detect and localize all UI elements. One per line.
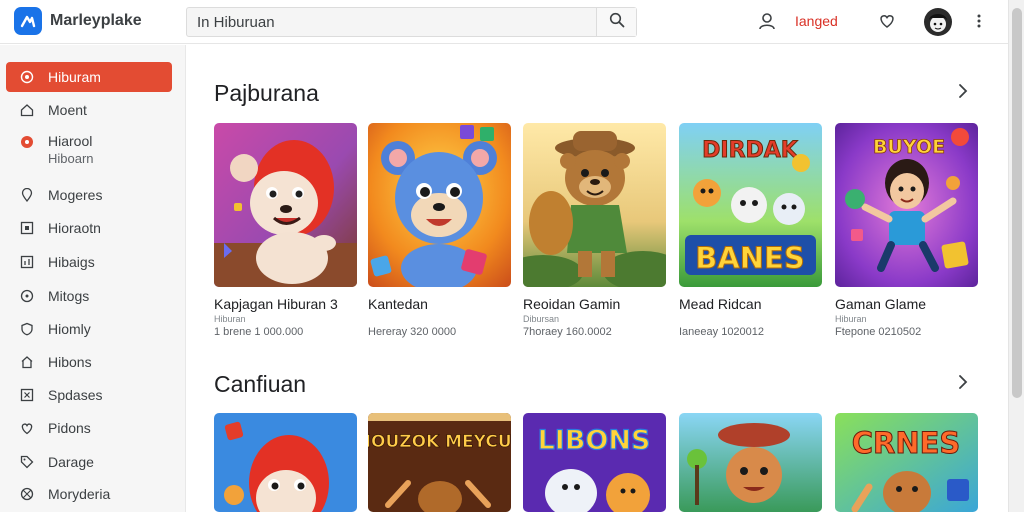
search-icon [609,12,625,33]
sidebar-item-mogeres[interactable]: Mogeres [6,180,172,210]
sidebar-item-darage[interactable]: Darage [6,447,172,477]
sidebar-item-moent[interactable]: Moent [6,95,172,125]
sidebar-item-label: Hibons [48,354,92,370]
sidebar-item-label: Spdases [48,387,103,403]
games-icon [20,70,34,84]
game-thumbnail[interactable]: MOUZOK MEYCUS [368,413,511,512]
sidebar-item-hibons[interactable]: Hibons [6,347,172,377]
search-button[interactable] [596,8,636,36]
globe-icon [20,487,34,501]
shield-icon [20,322,34,336]
circle-dots-icon [20,289,34,303]
game-card[interactable]: MOUZOK MEYCUS [368,413,512,512]
game-thumbnail[interactable]: LIBONS [523,413,666,512]
card-subtitle: Dibursan [523,314,560,324]
sidebar-item-hioraotn[interactable]: Hioraotn [6,213,172,243]
sidebar-item-mitogs[interactable]: Mitogs [6,281,172,311]
card-meta: Ianeeay 1020012 [679,326,765,338]
chevron-right-icon[interactable] [952,80,974,102]
brand-name[interactable]: Marleyplake [50,12,142,30]
sidebar-item-moryderia[interactable]: Moryderia [6,479,172,509]
chevron-right-icon[interactable] [952,371,974,393]
sidebar-item-label: Moent [48,102,87,118]
card-title[interactable]: Gaman Glame [835,296,926,312]
signin-link[interactable]: Ianged [795,13,838,29]
sidebar-item-label: Hiarool Hiboarn [48,133,94,166]
tag-icon [20,455,34,469]
sidebar-item-label: Hiburam [48,69,101,85]
sidebar: Hiburam Moent Hiarool Hiboarn Mogeres Hio… [0,45,186,512]
sidebar-item-pidons[interactable]: Pidons [6,413,172,443]
sidebar-item-label: Mitogs [48,288,90,304]
game-card[interactable]: Kapjagan Hiburan 3 Hiburan 1 brene 1 000… [214,123,358,338]
search-bar [186,7,637,37]
sidebar-item-hiomly[interactable]: Hiomly [6,314,172,344]
card-meta: 7horaey 160.0002 [523,326,612,338]
page-scrollbar[interactable] [1008,0,1024,512]
game-thumbnail[interactable]: DIRDAK BANES [679,123,822,287]
card-subtitle: Hiburan [214,314,246,324]
sidebar-item-label: Hiomly [48,321,91,337]
card-title[interactable]: Reoidan Gamin [523,296,620,312]
game-card[interactable]: CRNES [835,413,979,512]
game-thumbnail[interactable] [679,413,822,512]
house-icon [20,355,34,369]
game-card[interactable]: DIRDAK BANES Mead Ridcan Ianeeay 1020012 [679,123,823,338]
game-thumbnail[interactable]: CRNES [835,413,978,512]
section-title: Pajburana [214,80,319,106]
square-icon [20,221,34,235]
game-thumbnail[interactable] [214,123,357,287]
card-title[interactable]: Kantedan [368,296,428,312]
sidebar-item-hiarool[interactable]: Hiarool Hiboarn [6,127,172,167]
card-subtitle: Hiburan [835,314,867,324]
game-card[interactable]: LIBONS [523,413,667,512]
logo-text: BANES [695,241,805,275]
avatar[interactable] [924,8,952,36]
heart-icon[interactable] [876,10,898,32]
sidebar-item-hibaigs[interactable]: Hibaigs [6,247,172,277]
sidebar-item-label: Moryderia [48,486,111,502]
game-card[interactable] [214,413,358,512]
logo-text: DIRDAK [702,138,799,163]
card-meta: Ftepone 0210502 [835,326,922,338]
account-icon[interactable] [756,10,778,32]
scrollbar-thumb[interactable] [1012,8,1022,398]
game-thumbnail[interactable]: BUYOE [835,123,978,287]
sidebar-item-spdases[interactable]: Spdases [6,380,172,410]
sidebar-item-label: Mogeres [48,187,103,203]
sidebar-item-label: Hibaigs [48,254,95,270]
card-meta: 1 brene 1 000.000 [214,326,304,338]
sidebar-item-label: Pidons [48,420,91,436]
location-icon [20,188,34,202]
sidebar-item-hiburam[interactable]: Hiburam [6,62,172,92]
home-icon [20,103,34,117]
game-card[interactable]: BUYOE Gaman Glame Hiburan Ftepone 021050… [835,123,979,338]
game-card[interactable] [679,413,823,512]
logo-text: MOUZOK MEYCUS [368,432,511,452]
more-vert-icon[interactable] [968,10,990,32]
search-input[interactable] [197,8,597,36]
game-thumbnail[interactable] [214,413,357,512]
app-logo[interactable] [14,7,42,35]
section-title: Canfiuan [214,371,307,397]
game-card[interactable]: Reoidan Gamin Dibursan 7horaey 160.0002 [523,123,667,338]
bar-chart-icon [20,255,34,269]
logo-text: BUYOE [873,136,945,158]
sidebar-item-label: Darage [48,454,94,470]
card-title[interactable]: Kapjagan Hiburan 3 [214,296,338,312]
logo-text: CRNES [852,426,961,460]
card-title[interactable]: Mead Ridcan [679,296,762,312]
game-thumbnail[interactable] [523,123,666,287]
top-header: Marleyplake Ianged [0,0,1008,44]
game-thumbnail[interactable] [368,123,511,287]
apps-icon [20,135,34,149]
heart-icon [20,421,34,435]
logo-text: LIBONS [538,425,651,456]
game-card[interactable]: Kantedan Hereray 320 0000 [368,123,512,338]
close-box-icon [20,388,34,402]
card-meta: Hereray 320 0000 [368,326,457,338]
sidebar-item-label: Hioraotn [48,220,101,236]
